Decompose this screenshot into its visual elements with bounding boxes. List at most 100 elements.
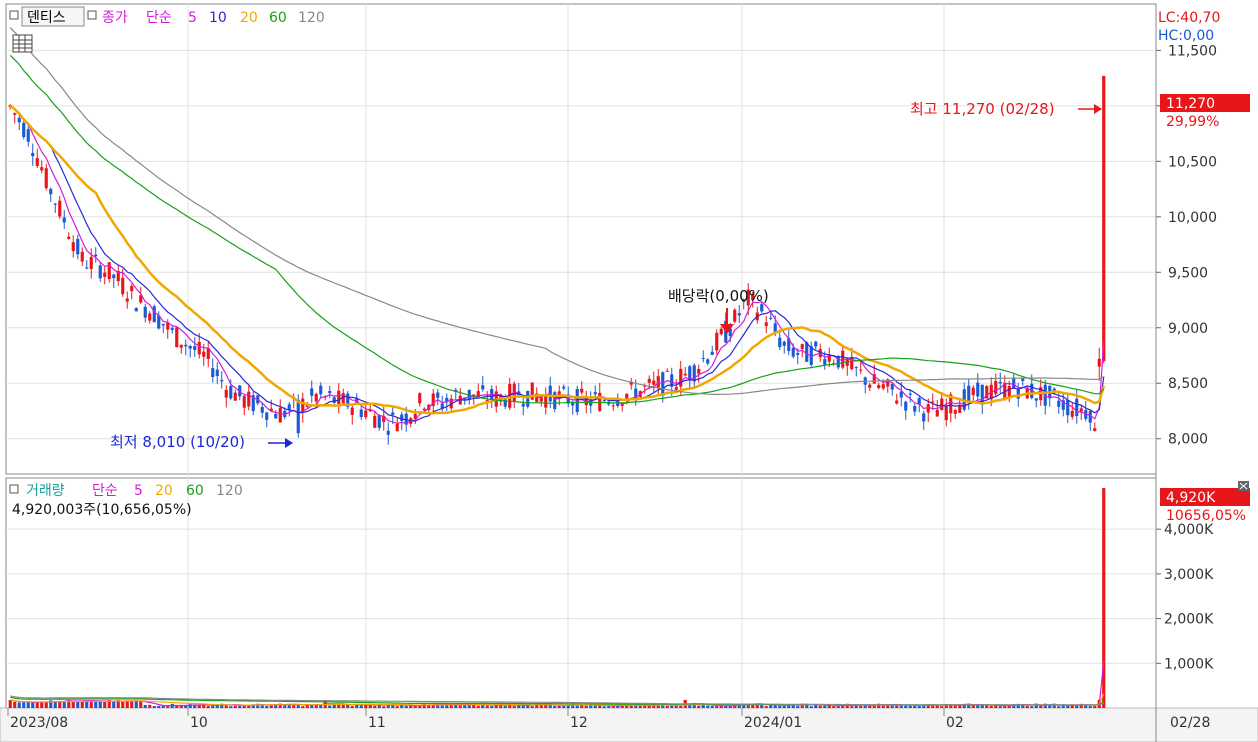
candle-body (899, 391, 903, 398)
volume-bar (206, 705, 210, 708)
candle-body (611, 405, 615, 407)
candle-body (971, 387, 975, 396)
volume-tick-label: 2,000K (1164, 612, 1214, 628)
candle-body (130, 286, 134, 292)
candle-body (40, 167, 44, 171)
volume-bar (1025, 705, 1029, 708)
volume-bar (1048, 705, 1052, 708)
candle-body (625, 393, 629, 399)
volume-bar (175, 705, 179, 708)
x-tick-label: 2024/01 (744, 715, 802, 731)
volume-bar (1039, 705, 1043, 708)
volume-bar (850, 706, 854, 708)
candle-body (782, 341, 786, 346)
volume-bar (373, 705, 377, 708)
candle-body (314, 393, 318, 402)
volume-bar (134, 700, 138, 708)
volume-bar (764, 706, 768, 708)
volume-bar (530, 706, 534, 708)
volume-bar (157, 705, 161, 708)
volume-ma-period-20: 20 (155, 483, 173, 499)
candle-body (850, 356, 854, 370)
candle-body (683, 373, 687, 376)
candle-body (890, 383, 894, 390)
volume-bar (611, 706, 615, 708)
candle-body (940, 398, 944, 410)
volume-bar (782, 706, 786, 708)
volume-ma-period-5: 5 (134, 483, 143, 499)
close-pane-icon[interactable] (1238, 481, 1249, 491)
candle-body (845, 359, 849, 366)
candle-body (215, 369, 219, 376)
volume-bar (796, 705, 800, 708)
price-tick-label: 11,500 (1168, 43, 1217, 59)
candle-body (134, 308, 138, 312)
candle-body (260, 407, 264, 413)
volume-bar (395, 706, 399, 708)
candle-body (395, 423, 399, 432)
volume-bar (409, 705, 413, 708)
volume-bar (778, 705, 782, 708)
volume-bar (382, 706, 386, 708)
candle-body (854, 366, 858, 368)
volume-bar (1030, 706, 1034, 708)
candle-body (602, 400, 606, 402)
stock-chart[interactable]: 8,0008,5009,0009,50010,00010,50011,00011… (0, 0, 1258, 742)
candle-body (13, 113, 17, 115)
volume-bar (998, 706, 1002, 708)
volume-readout: 4,920,003주(10,656,05%) (12, 502, 192, 518)
candle-body (80, 251, 84, 262)
volume-bar (584, 705, 588, 708)
candle-body (58, 200, 62, 217)
volume-bar (62, 702, 66, 708)
current-change-label: 29,99% (1166, 114, 1219, 130)
candle-body (17, 117, 21, 123)
volume-bar (265, 705, 269, 708)
price-tick-label: 10,500 (1168, 154, 1217, 170)
volume-series-label: 거래량 (26, 483, 65, 499)
volume-bar (1066, 705, 1070, 708)
x-axis-strip (0, 707, 1258, 742)
candle-body (89, 256, 93, 269)
price-tick-label: 8,000 (1168, 432, 1208, 448)
candle-body (22, 122, 26, 138)
volume-bar (40, 702, 44, 708)
volume-bar (94, 701, 98, 708)
legend-toggle-icon[interactable] (9, 10, 19, 20)
candle-body (436, 392, 440, 398)
candle-body (715, 332, 719, 351)
volume-bar (404, 705, 408, 708)
candle-body (1034, 398, 1038, 401)
candle-body (679, 368, 683, 387)
candle-body (85, 267, 89, 269)
volume-bar (571, 703, 575, 708)
ma-period-10: 10 (209, 10, 227, 26)
candle-body (233, 392, 237, 401)
candle-body (1075, 398, 1079, 417)
candle-body (562, 386, 566, 389)
candle-body (274, 413, 278, 419)
candle-body (652, 380, 656, 385)
legend-series-icon[interactable] (87, 10, 97, 20)
candle-body (332, 397, 336, 403)
table-icon[interactable] (12, 34, 33, 53)
volume-bar (638, 705, 642, 708)
candle-body (553, 392, 557, 410)
volume-bar (143, 704, 147, 708)
volume-bar (575, 705, 579, 708)
volume-bar (179, 705, 183, 708)
ma-period-60: 60 (269, 10, 287, 26)
volume-bar (503, 705, 507, 708)
candle-body (674, 387, 678, 390)
volume-bar (476, 705, 480, 708)
series-label: 종가 (102, 10, 128, 26)
volume-bar (557, 705, 561, 708)
volume-legend-toggle-icon[interactable] (9, 484, 19, 494)
current-ratio-label: 10656,05% (1166, 508, 1246, 524)
candle-body (868, 384, 872, 388)
volume-bar (602, 706, 606, 708)
candle-body (1093, 428, 1097, 431)
candle-body (697, 368, 701, 374)
volume-bar (31, 702, 35, 708)
volume-bar (229, 706, 233, 708)
